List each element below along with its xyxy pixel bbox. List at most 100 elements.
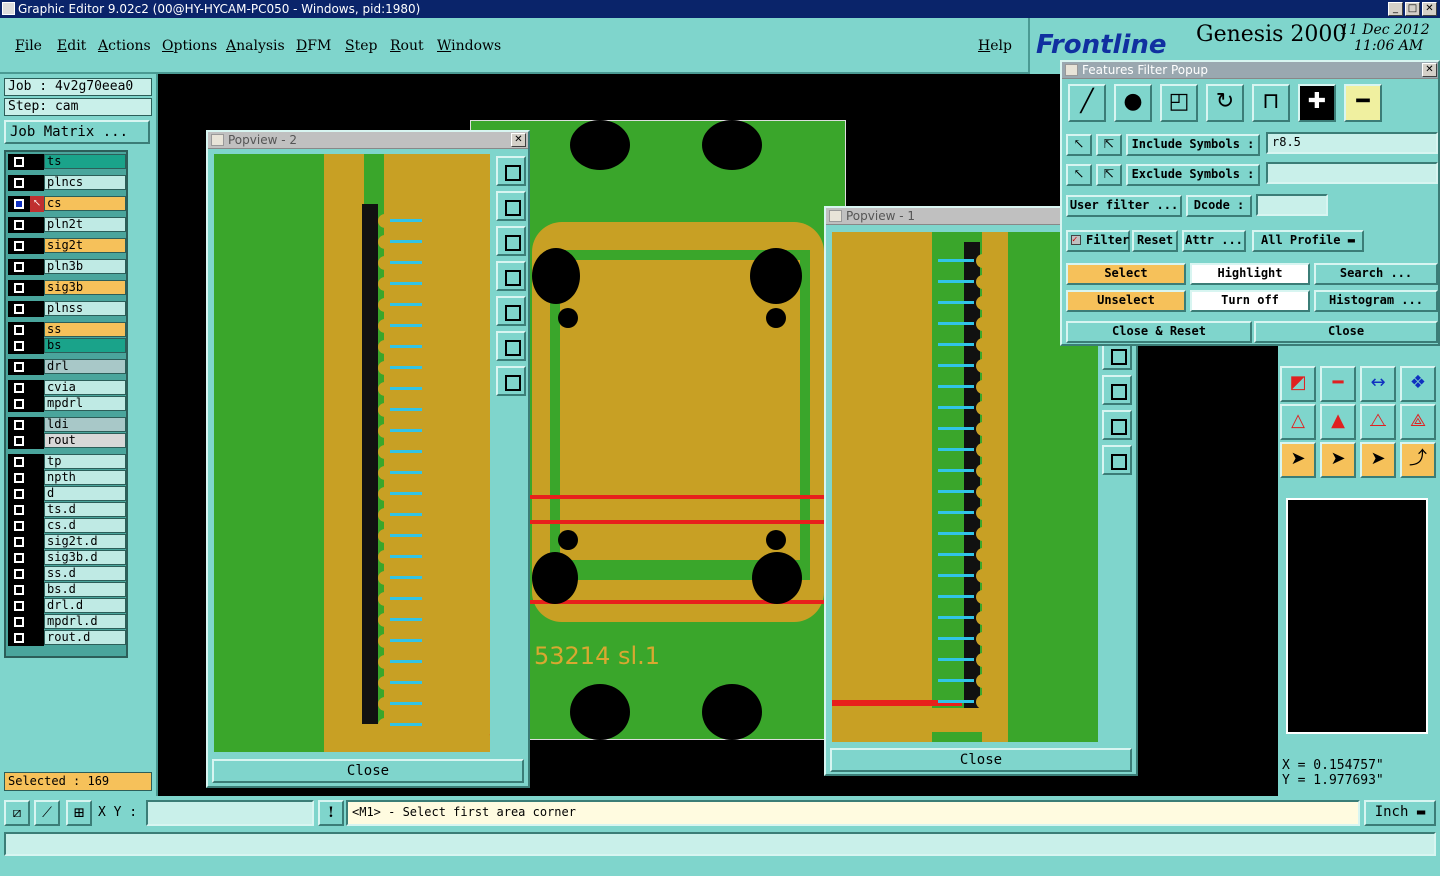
layer-checkbox[interactable]	[8, 417, 30, 433]
filter-checkbox-icon[interactable]: ✓	[1071, 235, 1081, 245]
layer-row-sig3b[interactable]: sig3b	[8, 280, 126, 296]
layer-checkbox[interactable]	[8, 238, 30, 254]
layer-checkbox[interactable]	[8, 259, 30, 275]
layer-row-ss[interactable]: ss	[8, 322, 126, 338]
layer-name[interactable]: tp	[44, 454, 126, 469]
user-filter-button[interactable]: User filter ...	[1066, 195, 1182, 217]
layer-name[interactable]: ts	[44, 154, 126, 169]
layer-row-drl[interactable]: drl	[8, 359, 126, 375]
job-matrix-button[interactable]: Job Matrix ...	[4, 120, 150, 144]
triangle-area-icon[interactable]: ⧍	[1360, 404, 1396, 440]
layer-name[interactable]: cvia	[44, 380, 126, 395]
triangle-select-icon[interactable]: ▲	[1320, 404, 1356, 440]
layer-row-sig2t-d[interactable]: sig2t.d	[8, 534, 126, 550]
layer-checkbox[interactable]	[8, 175, 30, 191]
pan-right-icon[interactable]	[496, 296, 526, 326]
layer-checkbox[interactable]	[8, 502, 30, 518]
menu-help[interactable]: Help	[978, 38, 1012, 54]
triangle-tool-icon[interactable]: △	[1280, 404, 1316, 440]
pan-left-icon[interactable]	[496, 261, 526, 291]
center-icon[interactable]	[1102, 445, 1132, 475]
layer-checkbox[interactable]	[8, 566, 30, 582]
menu-windows[interactable]: Windows	[437, 38, 501, 54]
layer-checkbox[interactable]	[8, 338, 30, 354]
profile-dropdown[interactable]: All Profile ▬	[1252, 230, 1364, 252]
negative-polarity-icon[interactable]: ━	[1344, 84, 1382, 122]
pointer-box-icon[interactable]: ➤	[1320, 442, 1356, 478]
layer-name[interactable]: d	[44, 486, 126, 501]
menu-edit[interactable]: Edit	[57, 38, 86, 54]
layer-row-mpdrl-d[interactable]: mpdrl.d	[8, 614, 126, 630]
popview-2-titlebar[interactable]: Popview - 2 ✕	[208, 132, 528, 149]
layer-name[interactable]: cs.d	[44, 518, 126, 533]
pointer-area-icon[interactable]: ➤	[1360, 442, 1396, 478]
layer-checkbox[interactable]	[8, 301, 30, 317]
layer-name[interactable]: ss.d	[44, 566, 126, 581]
surface-feature-icon[interactable]: ◰	[1160, 84, 1198, 122]
layer-row-drl-d[interactable]: drl.d	[8, 598, 126, 614]
menu-file[interactable]: File	[15, 38, 42, 54]
layer-row-ss-d[interactable]: ss.d	[8, 566, 126, 582]
popview-2-close-button[interactable]: Close	[212, 759, 524, 783]
layer-row-rout-d[interactable]: rout.d	[8, 630, 126, 646]
layer-name[interactable]: sig2t.d	[44, 534, 126, 549]
layer-row-npth[interactable]: npth	[8, 470, 126, 486]
menu-step[interactable]: Step	[345, 38, 377, 54]
layer-row-pln2t[interactable]: pln2t	[8, 217, 126, 233]
layer-name[interactable]: pln2t	[44, 217, 126, 232]
exclude-pick-icon[interactable]: ↖	[1066, 164, 1092, 186]
overview-canvas[interactable]	[1286, 498, 1428, 734]
menu-dfm[interactable]: DFM	[296, 38, 331, 54]
layer-row-ts[interactable]: ts	[8, 154, 126, 170]
close-reset-button[interactable]: Close & Reset	[1066, 321, 1252, 343]
highlight-button[interactable]: Highlight	[1190, 263, 1310, 285]
layer-row-bs[interactable]: bs	[8, 338, 126, 354]
layer-checkbox[interactable]	[8, 359, 30, 375]
layer-checkbox[interactable]	[8, 486, 30, 502]
layer-checkbox[interactable]	[8, 614, 30, 630]
layer-name[interactable]: rout.d	[44, 630, 126, 645]
pointer-icon[interactable]: ➤	[1280, 442, 1316, 478]
pan-up-icon[interactable]	[496, 191, 526, 221]
layer-row-plnss[interactable]: plnss	[8, 301, 126, 317]
command-line-input[interactable]	[4, 832, 1436, 856]
layer-row-ldi[interactable]: ldi	[8, 417, 126, 433]
layer-checkbox[interactable]	[8, 396, 30, 412]
line-feature-icon[interactable]: ╱	[1068, 84, 1106, 122]
layer-checkbox[interactable]	[8, 534, 30, 550]
layer-name[interactable]: plnss	[44, 301, 126, 316]
layer-name[interactable]: drl	[44, 359, 126, 374]
layer-name[interactable]: ss	[44, 322, 126, 337]
maximize-button[interactable]: □	[1405, 2, 1420, 16]
layer-checkbox[interactable]	[8, 454, 30, 470]
layer-name[interactable]: mpdrl.d	[44, 614, 126, 629]
dcode-input[interactable]	[1256, 194, 1328, 216]
include-pick-multi-icon[interactable]: ⇱	[1096, 134, 1122, 156]
menu-actions[interactable]: Actions	[98, 38, 151, 54]
select-button[interactable]: Select	[1066, 263, 1186, 285]
layer-checkbox[interactable]	[8, 518, 30, 534]
layer-checkbox[interactable]	[8, 217, 30, 233]
layer-name[interactable]: sig2t	[44, 238, 126, 253]
text-feature-icon[interactable]: ⊓	[1252, 84, 1290, 122]
pad-tool-icon[interactable]: ◩	[1280, 366, 1316, 402]
pan-left-icon[interactable]	[1102, 375, 1132, 405]
popview-2-close-x-icon[interactable]: ✕	[511, 133, 526, 147]
layer-row-sig2t[interactable]: sig2t	[8, 238, 126, 254]
minimize-button[interactable]: _	[1388, 2, 1403, 16]
layer-name[interactable]: bs.d	[44, 582, 126, 597]
measure-icon[interactable]: ⟋	[34, 800, 60, 826]
fit-icon[interactable]	[1102, 410, 1132, 440]
filter-close-x-icon[interactable]: ✕	[1422, 63, 1437, 77]
layer-row-plncs[interactable]: plncs	[8, 175, 126, 191]
layer-row-cs[interactable]: ↖ cs	[8, 196, 126, 212]
pointer-net-icon[interactable]: ⤴	[1400, 442, 1436, 478]
units-dropdown[interactable]: Inch ▬	[1364, 800, 1436, 826]
layer-checkbox[interactable]	[8, 322, 30, 338]
warning-button[interactable]: !	[318, 800, 344, 826]
layer-checkbox[interactable]	[8, 380, 30, 396]
menu-analysis[interactable]: Analysis	[226, 38, 285, 54]
include-symbols-input[interactable]: r8.5	[1266, 132, 1438, 154]
include-pick-icon[interactable]: ↖	[1066, 134, 1092, 156]
center-icon[interactable]	[496, 366, 526, 396]
